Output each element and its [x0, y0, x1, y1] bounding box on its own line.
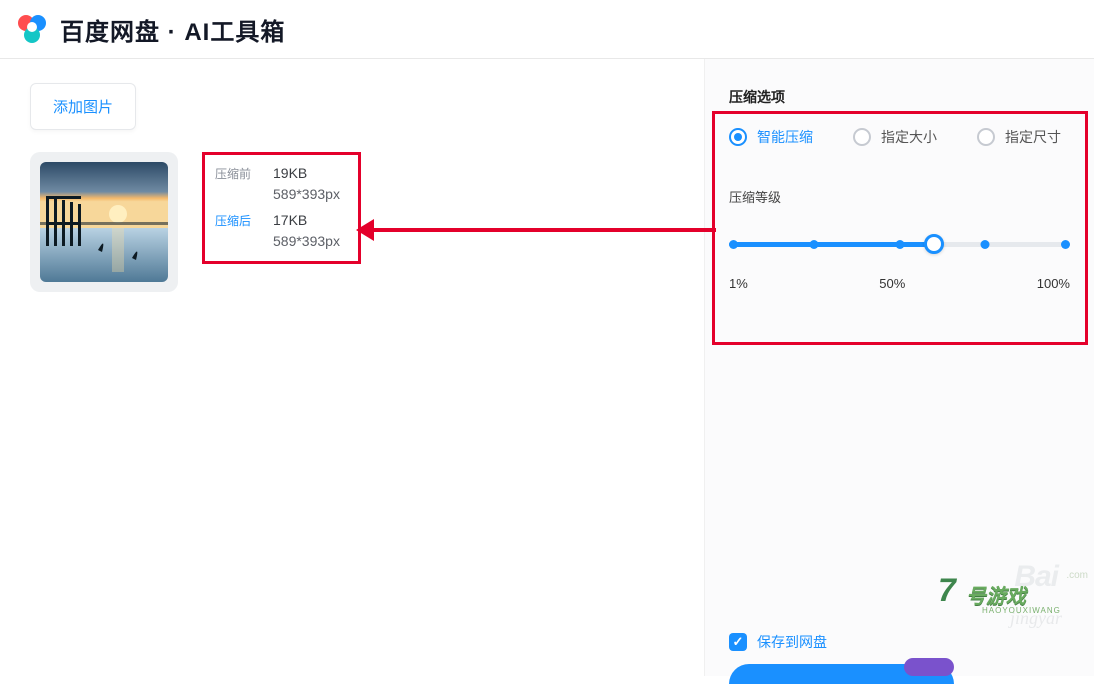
- before-dimensions: 589*393px: [273, 186, 340, 202]
- left-pane: 添加图片: [0, 59, 704, 676]
- slider-tick: [980, 240, 989, 249]
- app-title: 百度网盘 · AI工具箱: [60, 12, 285, 47]
- baidu-netdisk-logo-icon: [14, 11, 50, 47]
- radio-icon: [977, 128, 995, 146]
- slider-labels: 1% 50% 100%: [729, 276, 1070, 291]
- radio-smart-compress[interactable]: 智能压缩: [729, 127, 813, 147]
- radio-icon: [729, 128, 747, 146]
- compression-level-slider[interactable]: [729, 232, 1070, 272]
- radio-icon: [853, 128, 871, 146]
- radio-specify-size[interactable]: 指定大小: [853, 127, 937, 147]
- logo-wrap: 百度网盘 · AI工具箱: [14, 11, 285, 47]
- before-label: 压缩前: [215, 165, 255, 182]
- image-thumbnail: [40, 162, 168, 282]
- radio-label: 智能压缩: [757, 127, 813, 147]
- slider-max-label: 100%: [1037, 276, 1070, 291]
- checkbox-checked-icon[interactable]: ✓: [729, 633, 747, 651]
- image-thumbnail-card[interactable]: [30, 152, 178, 292]
- compression-options-title: 压缩选项: [729, 87, 1070, 107]
- slider-mid-label: 50%: [879, 276, 905, 291]
- info-row-after: 压缩后 17KB: [215, 212, 340, 229]
- slider-tick: [729, 240, 738, 249]
- compression-level-title: 压缩等级: [729, 187, 1070, 206]
- after-label: 压缩后: [215, 212, 255, 229]
- add-image-button[interactable]: 添加图片: [30, 83, 136, 130]
- radio-specify-dimensions[interactable]: 指定尺寸: [977, 127, 1061, 147]
- add-image-label: 添加图片: [53, 99, 113, 116]
- image-row: 压缩前 19KB 589*393px 压缩后 17KB 589*393px: [30, 152, 674, 292]
- app-header: 百度网盘 · AI工具箱: [0, 0, 1094, 59]
- svip-badge: [904, 658, 954, 676]
- compression-info-box: 压缩前 19KB 589*393px 压缩后 17KB 589*393px: [202, 152, 361, 264]
- slider-knob[interactable]: [924, 234, 944, 254]
- right-pane: 压缩选项 智能压缩 指定大小 指定尺寸 压缩等级: [704, 59, 1094, 676]
- save-to-netdisk-row[interactable]: ✓ 保存到网盘: [729, 632, 827, 652]
- slider-min-label: 1%: [729, 276, 748, 291]
- compression-mode-radios: 智能压缩 指定大小 指定尺寸: [729, 127, 1070, 147]
- save-to-netdisk-label: 保存到网盘: [757, 632, 827, 652]
- slider-tick: [1061, 240, 1070, 249]
- after-dimensions: 589*393px: [273, 233, 340, 249]
- after-size: 17KB: [273, 212, 307, 228]
- info-row-before: 压缩前 19KB: [215, 165, 340, 182]
- radio-label: 指定尺寸: [1005, 127, 1061, 147]
- main-area: 添加图片: [0, 59, 1094, 676]
- slider-tick: [895, 240, 904, 249]
- before-size: 19KB: [273, 165, 307, 181]
- slider-tick: [810, 240, 819, 249]
- radio-label: 指定大小: [881, 127, 937, 147]
